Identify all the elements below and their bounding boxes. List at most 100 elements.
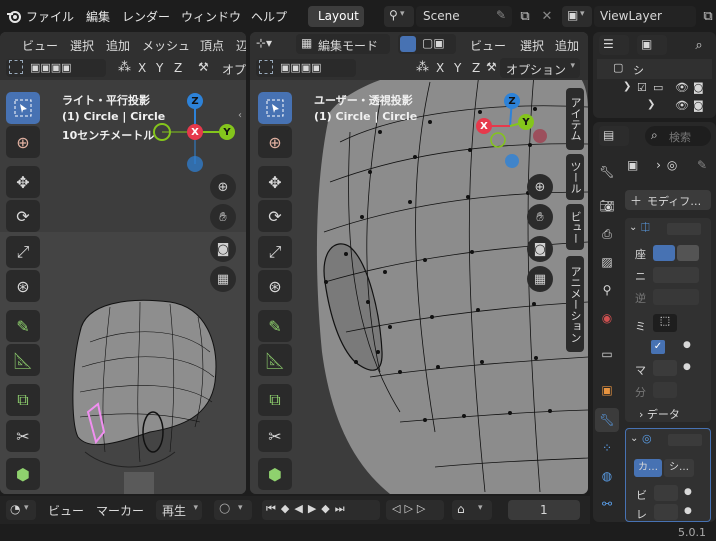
editor-type-icon[interactable]: ⊹▾	[256, 36, 272, 50]
properties-editor-type[interactable]: ▤	[599, 126, 629, 146]
left-viewport[interactable]: ビュー 選択 追加 メッシュ 頂点 辺 ▣▣▣▣ ⁂ X Y Z ⚒ オプ ⊕ …	[0, 32, 246, 494]
options-menu[interactable]: オプション ▾	[500, 58, 580, 78]
gizmo-z-axis[interactable]: Z	[187, 93, 203, 109]
select-mode-group[interactable]: ▣▣▣▣	[6, 59, 106, 77]
menu-vertex[interactable]: 頂点	[200, 37, 224, 54]
render-levels-field[interactable]	[654, 504, 678, 520]
viewlayer-browse-button[interactable]: ▣ ▾	[562, 6, 592, 27]
tool-measure[interactable]: 📐︎	[258, 344, 292, 376]
tool-knife[interactable]: ✂	[258, 420, 292, 452]
options-menu[interactable]: オプ	[222, 61, 246, 78]
collapse-arrow-icon[interactable]: ‹	[238, 110, 242, 121]
scene-browse-button[interactable]: ⚲ ▾	[384, 6, 414, 27]
tool-cursor[interactable]: ⊕	[6, 126, 40, 158]
eye-icon[interactable]: 👁︎	[675, 81, 689, 94]
zoom-icon[interactable]: ⊕	[210, 174, 236, 200]
clipping-checkbox[interactable]: ✓	[651, 340, 665, 354]
axis-toggle-x[interactable]	[653, 245, 675, 261]
blender-logo-icon[interactable]	[4, 6, 24, 26]
pan-hand-icon[interactable]: ✋︎	[527, 204, 553, 230]
axis-x-toggle[interactable]: X	[138, 61, 146, 75]
simple-button[interactable]: シ…	[664, 459, 694, 477]
menu-add[interactable]: 追加	[106, 37, 130, 54]
axis-z-toggle[interactable]: Z	[174, 61, 182, 75]
new-viewlayer-icon[interactable]: ⧉	[698, 6, 716, 26]
distance-field[interactable]	[653, 382, 677, 398]
tool-knife[interactable]: ✂	[6, 420, 40, 452]
vertex-select-icon[interactable]	[400, 36, 416, 52]
pan-hand-icon[interactable]: ✋︎	[210, 204, 236, 230]
new-scene-icon[interactable]: ⧉	[515, 6, 535, 26]
playback-dropdown[interactable]: 再生 ▾	[156, 500, 202, 520]
collapse-arrow-icon[interactable]: ⌄	[629, 222, 637, 233]
tool-add-cube[interactable]: ⧉	[258, 384, 292, 416]
gizmo-z-axis[interactable]: Z	[504, 93, 520, 109]
checkbox-icon[interactable]: ☑	[637, 81, 647, 94]
data-subpanel[interactable]: › データ	[639, 406, 680, 422]
flip-toggles[interactable]	[653, 289, 699, 305]
sidebar-tab-view[interactable]: ビュー	[566, 204, 584, 250]
editor-type-button[interactable]: ◔ ▾	[6, 500, 36, 520]
sidebar-tab-animation[interactable]: アニメーション	[566, 256, 584, 352]
playback-controls[interactable]: ⏮◆◀▶◆⏭	[262, 500, 380, 520]
pin-icon[interactable]: ✎	[496, 8, 506, 22]
tool-cursor[interactable]: ⊕	[258, 126, 292, 158]
eye-icon[interactable]: 👁︎	[675, 99, 689, 112]
menu-view[interactable]: ビュー	[22, 37, 58, 54]
keying-button[interactable]: ⌂ ▾	[452, 500, 492, 520]
outliner-editor-type[interactable]: ☰	[599, 35, 629, 55]
tab-constraints[interactable]: ⚯	[595, 492, 619, 516]
add-modifier-button[interactable]: ＋ モディフ…	[625, 190, 711, 210]
proportional-edit-icon[interactable]: ⁂	[118, 60, 131, 75]
proportional-edit-icon[interactable]: ⁂	[416, 60, 429, 75]
keyframe-jump-icons[interactable]: ◁▷▷	[392, 502, 429, 515]
zoom-icon[interactable]: ⊕	[527, 174, 553, 200]
properties-editor[interactable]: ▤ ⌕ 検索 🔧︎ 📷︎ ⎙ ▨ ⚲ ◉ ▭ ▣ 🔧︎ ⁘ ◍ ⚯ ▣ › ◎ …	[593, 122, 716, 522]
tab-modifiers[interactable]: 🔧︎	[595, 408, 619, 432]
tab-tool[interactable]: 🔧︎	[595, 160, 619, 184]
tab-collection[interactable]: ▭	[595, 342, 619, 366]
timeline-menu-marker[interactable]: マーカー	[96, 502, 144, 519]
tool-add-cube[interactable]: ⧉	[6, 384, 40, 416]
wrench-icon[interactable]: ⚒	[198, 60, 209, 74]
current-frame-field[interactable]: 1	[508, 500, 580, 520]
tab-view-layer[interactable]: ▨	[595, 250, 619, 274]
select-mode-icon[interactable]: ▣▣▣▣	[30, 61, 72, 74]
menu-select[interactable]: 選択	[520, 37, 544, 54]
modifier-panel-2[interactable]: ⌄ ◎ カ… シ… ビ ● レ ●	[625, 428, 711, 522]
menu-select[interactable]: 選択	[70, 37, 94, 54]
camera-icon[interactable]: ◙	[693, 99, 704, 112]
tab-output[interactable]: ⎙	[595, 222, 619, 246]
camera-icon[interactable]: ◙	[527, 236, 553, 262]
axis-y-toggle[interactable]: Y	[454, 61, 461, 75]
mirror-object-field[interactable]: ⬚	[653, 314, 677, 332]
modifier-name-field[interactable]	[668, 434, 702, 446]
menu-help[interactable]: ヘルプ	[251, 8, 287, 25]
search-icon[interactable]: ⌕	[689, 35, 709, 55]
camera-icon[interactable]: ◙	[693, 81, 704, 94]
tool-annotate[interactable]: ✎	[6, 310, 40, 342]
menu-view[interactable]: ビュー	[470, 37, 506, 54]
timeline-menu-view[interactable]: ビュー	[48, 502, 84, 519]
select-mode-icon[interactable]: ▣▣▣▣	[280, 61, 322, 74]
edge-face-select-icon[interactable]: ▢▣	[422, 36, 445, 50]
wrench-icon[interactable]: ⚒	[486, 60, 497, 74]
select-box-icon[interactable]	[259, 60, 273, 74]
pin-icon[interactable]: ✎	[697, 158, 707, 172]
tab-particles[interactable]: ⁘	[595, 436, 619, 460]
tool-annotate[interactable]: ✎	[258, 310, 292, 342]
tab-render[interactable]: 📷︎	[595, 194, 619, 218]
menu-file[interactable]: ファイル	[26, 8, 74, 25]
camera-icon[interactable]: ◙	[210, 236, 236, 262]
select-mode-group[interactable]: ▢▣	[398, 34, 456, 54]
keyframe-jump-controls[interactable]: ◁▷▷	[386, 500, 444, 520]
outliner-display-mode[interactable]: ▣	[637, 35, 667, 55]
sidebar-tab-tool[interactable]: ツール	[566, 154, 584, 200]
viewport-levels-field[interactable]	[654, 485, 678, 501]
tool-extrude[interactable]: ⬢	[258, 458, 292, 490]
grid-icon[interactable]: ▦	[527, 266, 553, 292]
tool-select-box[interactable]	[258, 92, 292, 124]
grid-icon[interactable]: ▦	[210, 266, 236, 292]
tool-transform[interactable]: ⊛	[6, 270, 40, 302]
select-mode-group-2[interactable]: ▣▣▣▣	[256, 59, 356, 77]
